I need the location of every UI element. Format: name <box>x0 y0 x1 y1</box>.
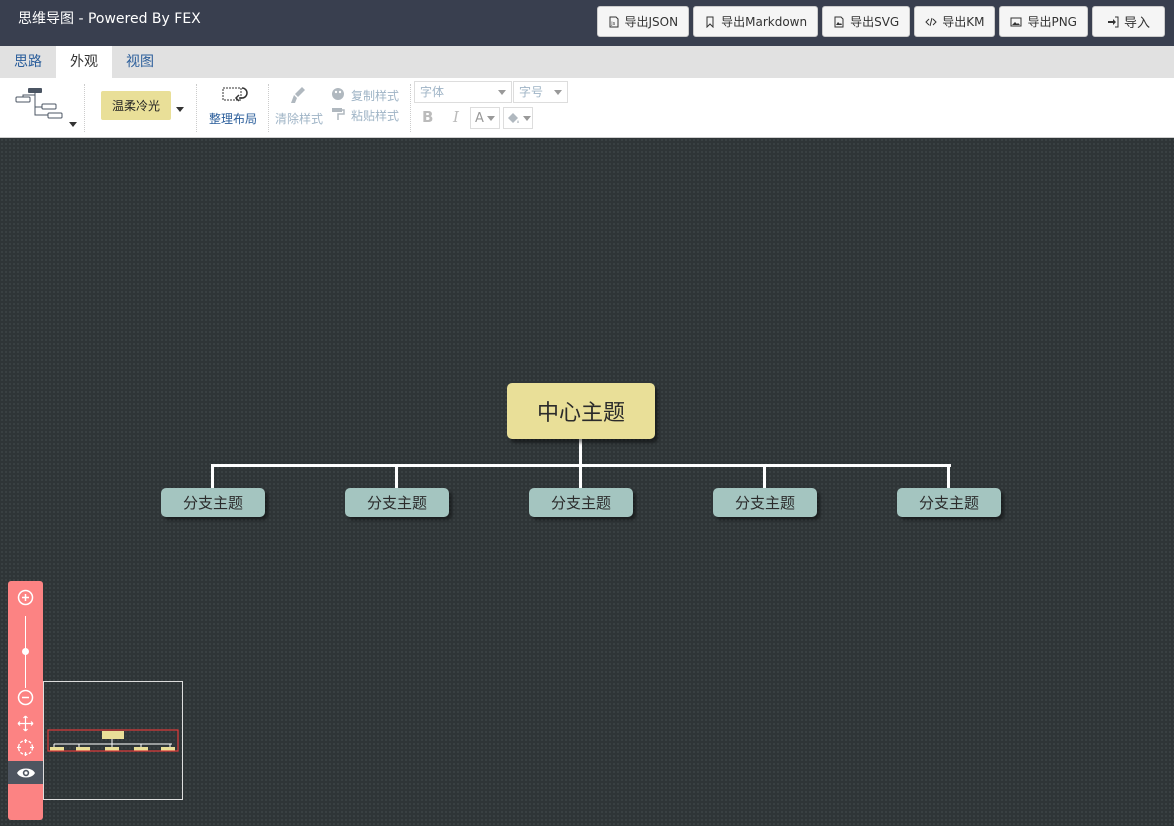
ribbon-tabs: 思路 外观 视图 <box>0 46 1174 78</box>
arrange-layout-label: 整理布局 <box>209 112 258 126</box>
app-title: 思维导图 - Powered By FEX <box>18 11 201 27</box>
copy-style-button[interactable]: 复制样式 <box>331 86 407 104</box>
minimap[interactable] <box>43 681 183 800</box>
template-selector[interactable] <box>14 86 80 130</box>
import-label: 导入 <box>1123 16 1150 31</box>
divider <box>196 84 197 132</box>
connector-line <box>211 464 214 489</box>
font-color-button[interactable]: A <box>470 107 500 129</box>
paint-bucket-icon <box>507 113 519 123</box>
export-svg-button[interactable]: 导出SVG <box>822 6 911 37</box>
theme-button[interactable]: 温柔冷光 <box>101 91 171 120</box>
chevron-down-icon <box>69 122 77 127</box>
app-header: 思维导图 - Powered By FEX js 导出JSON 导出Markdo… <box>0 0 1174 46</box>
zoom-panel <box>8 581 43 820</box>
divider <box>84 84 85 132</box>
tab-view[interactable]: 视图 <box>112 46 168 78</box>
code-icon <box>925 17 937 26</box>
tab-appearance[interactable]: 外观 <box>56 46 112 78</box>
export-svg-label: 导出SVG <box>850 15 900 29</box>
divider <box>410 84 411 132</box>
zoom-slider-handle[interactable] <box>22 648 29 655</box>
zoom-out-icon[interactable] <box>17 689 34 706</box>
font-family-placeholder: 字体 <box>420 85 445 99</box>
bookmark-icon <box>706 16 714 28</box>
picture-icon <box>1010 17 1022 26</box>
navigator-toggle-button[interactable] <box>8 761 43 784</box>
zoom-in-icon[interactable] <box>17 589 34 606</box>
sign-in-icon <box>1107 16 1119 27</box>
chevron-down-icon <box>522 115 531 121</box>
export-markdown-label: 导出Markdown <box>721 15 808 29</box>
export-markdown-button[interactable]: 导出Markdown <box>693 6 819 37</box>
italic-button[interactable]: I <box>453 108 459 126</box>
font-size-select[interactable]: 字号 <box>513 81 568 103</box>
root-topic[interactable]: 中心主题 <box>507 383 655 439</box>
export-json-button[interactable]: js 导出JSON <box>596 6 690 37</box>
svg-text:js: js <box>610 21 615 27</box>
clear-style-button[interactable]: 清除样式 <box>274 84 324 132</box>
divider <box>268 84 269 132</box>
background-color-button[interactable] <box>503 107 533 129</box>
export-km-button[interactable]: 导出KM <box>914 6 996 37</box>
locate-root-icon[interactable] <box>17 739 34 756</box>
connector-line <box>579 464 582 489</box>
move-hand-icon[interactable] <box>17 715 34 732</box>
font-color-label: A <box>475 110 484 126</box>
branch-topic[interactable]: 分支主题 <box>529 488 633 517</box>
paste-style-label: 粘贴样式 <box>351 109 400 123</box>
branch-topic[interactable]: 分支主题 <box>345 488 449 517</box>
import-button[interactable]: 导入 <box>1091 6 1165 37</box>
chevron-down-icon <box>498 90 506 95</box>
theme-dropdown-icon[interactable] <box>176 107 184 112</box>
connector-line <box>947 464 950 489</box>
paste-style-button[interactable]: 粘贴样式 <box>331 106 407 124</box>
copy-style-label: 复制样式 <box>351 89 400 103</box>
image-file-icon <box>834 16 844 27</box>
export-toolbar: js 导出JSON 导出Markdown 导出SVG 导出KM 导出PNG 导入 <box>596 6 1165 37</box>
branch-topic[interactable]: 分支主题 <box>713 488 817 517</box>
minimap-preview <box>47 729 179 752</box>
connector-line <box>579 439 582 466</box>
chevron-down-icon <box>486 115 495 121</box>
export-png-label: 导出PNG <box>1027 15 1077 29</box>
branch-topic[interactable]: 分支主题 <box>897 488 1001 517</box>
arrange-layout-icon <box>222 87 248 102</box>
appearance-toolbar: 温柔冷光 整理布局 清除样式 复制样式 粘贴样式 字体 字号 B I A <box>0 78 1174 138</box>
chevron-down-icon <box>554 90 562 95</box>
export-km-label: 导出KM <box>942 15 985 29</box>
export-json-label: 导出JSON <box>624 15 679 29</box>
arrange-layout-button[interactable]: 整理布局 <box>205 84 261 132</box>
tab-idea[interactable]: 思路 <box>0 46 56 78</box>
font-size-placeholder: 字号 <box>519 85 544 99</box>
bold-button[interactable]: B <box>422 108 433 126</box>
paint-roller-icon <box>332 108 345 120</box>
connector-line <box>395 464 398 489</box>
eye-icon <box>16 768 35 777</box>
clear-style-label: 清除样式 <box>275 112 324 126</box>
file-json-icon: js <box>609 16 619 27</box>
brush-icon <box>291 87 305 103</box>
structure-template-icon <box>15 88 63 119</box>
branch-topic[interactable]: 分支主题 <box>161 488 265 517</box>
export-png-button[interactable]: 导出PNG <box>999 6 1088 37</box>
connector-line <box>763 464 766 489</box>
font-family-select[interactable]: 字体 <box>414 81 512 103</box>
palette-icon <box>332 88 344 100</box>
